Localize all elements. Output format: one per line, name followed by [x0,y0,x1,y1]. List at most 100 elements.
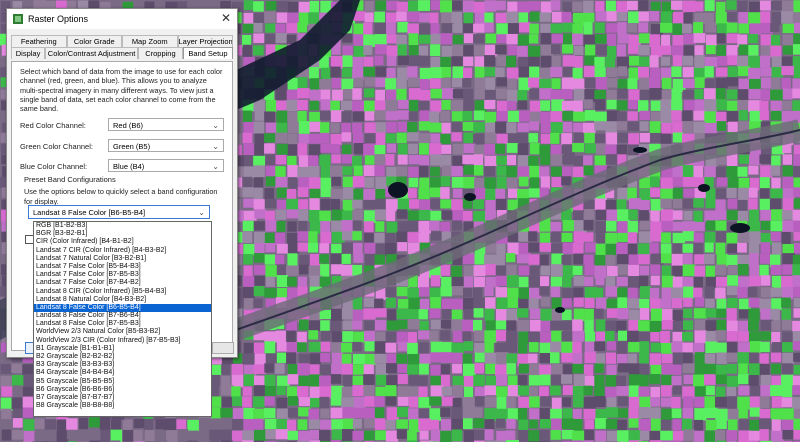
field-patch [682,243,694,253]
dropdown-option[interactable]: WorldView 2/3 Natural Color [B5-B3-B2] [34,328,211,336]
field-patch [705,308,717,318]
title-bar[interactable]: Raster Options ✕ [7,9,237,29]
field-patch [397,242,408,252]
field-patch [539,254,549,268]
field-patch [463,56,474,67]
blue-channel-select[interactable]: Blue (B4) ⌄ [108,159,224,172]
dropdown-option[interactable]: Landsat 8 False Color [B6-B5-B4] [34,303,211,313]
field-patch [616,276,630,287]
field-patch [616,386,629,396]
tab-map-zoom[interactable]: Map Zoom [122,35,178,47]
field-patch [286,23,300,34]
field-patch [595,243,606,256]
field-patch [660,430,673,442]
field-patch [220,408,233,418]
dropdown-option[interactable]: B4 Grayscale [B4-B4-B4] [34,369,211,377]
field-patch [419,55,431,67]
field-patch [528,188,541,198]
dropdown-option[interactable]: B3 Grayscale [B3-B3-B3] [34,361,211,369]
tab-color-grade[interactable]: Color Grade [66,35,122,47]
dropdown-option[interactable]: BGR [B3-B2-B1] [34,230,211,238]
field-patch [264,232,275,244]
tab-layer-projection[interactable]: Layer Projection [177,35,233,47]
dropdown-option[interactable]: B1 Grayscale [B1-B1-B1] [34,345,211,353]
dropdown-option[interactable]: Landsat 7 False Color [B7-B5-B3] [34,271,211,279]
green-channel-select[interactable]: Green (B5) ⌄ [108,139,224,152]
field-patch [506,11,518,24]
field-patch [374,396,385,407]
field-patch [364,77,377,87]
tab-cropping[interactable]: Cropping [138,47,183,59]
field-patch [506,33,519,45]
field-patch [385,385,397,398]
field-patch [506,275,519,288]
field-patch [650,231,663,242]
field-patch [341,363,353,375]
field-patch [760,374,771,387]
dropdown-option[interactable]: CIR (Color Infrared) [B4-B1-B2] [34,238,211,246]
field-patch [782,143,792,154]
apply-button[interactable] [212,342,234,354]
dropdown-option[interactable]: WorldView 2/3 CIR (Color Infrared) [B7-B… [34,337,211,345]
dropdown-option[interactable]: Landsat 8 False Color [B7-B5-B3] [34,320,211,328]
field-patch [671,253,684,267]
dropdown-option[interactable]: B8 Grayscale [B8-B8-B8] [34,402,211,410]
field-patch [572,363,584,374]
tab-band-setup[interactable]: Band Setup [182,47,233,59]
dropdown-option[interactable]: Landsat 8 Natural Color [B4-B3-B2] [34,296,211,304]
field-patch [352,231,362,241]
field-patch [506,143,519,153]
preset-band-dropdown-list[interactable]: RGB [B1-B2-B3] BGR [B3-B2-B1] CIR (Color I… [33,221,212,417]
close-icon[interactable]: ✕ [221,12,231,24]
dropdown-option[interactable]: Landsat 7 Natural Color [B3-B2-B1] [34,255,211,263]
field-patch [540,308,553,322]
field-patch [484,419,495,430]
field-patch [661,363,674,376]
preset-band-select[interactable]: Landsat 8 False Color [B6-B5-B4] ⌄ [28,205,210,219]
dropdown-option[interactable]: B6 Grayscale [B6-B6-B6] [34,386,211,394]
tab-color-contrast[interactable]: Color/Contrast Adjustment [45,47,139,59]
field-patch [594,396,606,408]
field-patch [430,385,444,399]
dropdown-option[interactable]: Landsat 8 False Color [B7-B6-B4] [34,312,211,320]
field-patch [738,110,748,121]
field-patch [462,78,472,88]
field-patch [242,110,253,123]
dropdown-option[interactable]: Landsat 7 False Color [B7-B4-B2] [34,279,211,287]
tab-feathering[interactable]: Feathering [11,35,67,47]
field-patch [793,33,800,45]
field-patch [694,77,707,88]
field-patch [649,374,661,384]
field-patch [495,12,507,23]
field-patch [760,209,773,221]
field-patch [683,210,693,221]
field-patch [550,286,560,298]
field-patch [748,187,758,198]
field-patch [463,341,474,351]
field-patch [638,44,650,56]
field-patch [705,265,715,278]
field-patch [529,66,540,78]
field-patch [694,265,706,277]
field-patch [606,265,618,277]
field-patch [650,132,662,143]
tab-display[interactable]: Display [11,47,46,59]
field-patch [287,221,297,232]
dropdown-option[interactable]: RGB [B1-B2-B3] [34,222,211,230]
dropdown-option[interactable]: B5 Grayscale [B5-B5-B5] [34,378,211,386]
field-patch [397,221,408,234]
dropdown-option[interactable]: Landsat 8 CIR (Color Infrared) [B5-B4-B3… [34,288,211,296]
field-patch [649,430,662,441]
field-patch [441,309,453,319]
field-patch [649,67,661,79]
field-patch [518,231,530,242]
red-channel-select[interactable]: Red (B6) ⌄ [108,118,224,131]
dropdown-option[interactable]: B7 Grayscale [B7-B7-B7] [34,394,211,402]
field-patch [243,342,254,356]
dropdown-option[interactable]: Landsat 7 CIR (Color Infrared) [B4-B3-B2… [34,247,211,255]
field-patch [793,22,800,34]
field-patch [660,385,672,397]
dropdown-option[interactable]: Landsat 7 False Color [B5-B4-B3] [34,263,211,271]
dropdown-option[interactable]: B2 Grayscale [B2-B2-B2] [34,353,211,361]
field-patch [253,1,264,12]
